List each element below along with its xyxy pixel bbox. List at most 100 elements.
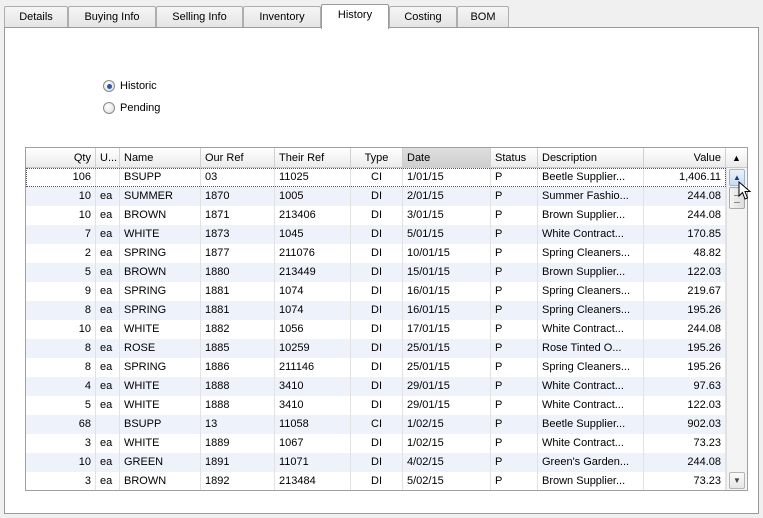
pending-radio[interactable] [103,102,115,114]
column-header-date[interactable]: Date [403,148,491,168]
cell-status: P [491,168,538,187]
column-header-qty[interactable]: Qty [26,148,96,168]
historic-radio[interactable] [103,80,115,92]
cell-date: 10/01/15 [403,244,491,263]
cell-date: 1/02/15 [403,434,491,453]
cell-value: 170.85 [644,225,726,244]
cell-status: P [491,244,538,263]
cell-type: DI [351,244,403,263]
table-row[interactable]: 2 ea SPRING 1877 211076 DI 10/01/15 P Spring Cle… [26,244,726,263]
cell-value: 195.26 [644,339,726,358]
cell-qty: 10 [26,320,96,339]
cell-type: CI [351,168,403,187]
cell-name: BROWN [120,263,201,282]
tab-selling-info[interactable]: Selling Info [156,6,243,28]
column-header-our-ref[interactable]: Our Ref [201,148,275,168]
cell-our-ref: 1873 [201,225,275,244]
cell-their-ref: 1056 [275,320,351,339]
pending-option[interactable]: Pending [103,100,160,116]
cell-status: P [491,396,538,415]
column-header-their-ref[interactable]: Their Ref [275,148,351,168]
table-row[interactable]: 8 ea SPRING 1881 1074 DI 16/01/15 P Spring Clean… [26,301,726,320]
cell-our-ref: 1881 [201,282,275,301]
column-header-unit[interactable]: U... [96,148,120,168]
cell-name: SPRING [120,282,201,301]
cell-u: ea [96,396,120,415]
table-row[interactable]: 5 ea WHITE 1888 3410 DI 29/01/15 P White Contrac… [26,396,726,415]
cell-type: DI [351,301,403,320]
mouse-cursor-icon [738,181,752,200]
cell-description: Rose Tinted O... [538,339,644,358]
cell-u: ea [96,187,120,206]
table-row[interactable]: 8 ea ROSE 1885 10259 DI 25/01/15 P Rose Tinted O… [26,339,726,358]
cell-date: 16/01/15 [403,301,491,320]
tab-bom[interactable]: BOM [457,6,509,28]
cell-qty: 3 [26,472,96,490]
cell-type: DI [351,282,403,301]
cell-date: 17/01/15 [403,320,491,339]
cell-their-ref: 213406 [275,206,351,225]
cell-status: P [491,320,538,339]
tab-buying-info[interactable]: Buying Info [68,6,156,28]
cell-date: 25/01/15 [403,339,491,358]
cell-type: DI [351,263,403,282]
tab-details[interactable]: Details [4,6,68,28]
table-row[interactable]: 3 ea WHITE 1889 1067 DI 1/02/15 P White Contract… [26,434,726,453]
cell-their-ref: 11025 [275,168,351,187]
historic-option[interactable]: Historic [103,78,157,94]
cell-name: ROSE [120,339,201,358]
cell-description: Beetle Supplier... [538,415,644,434]
cell-their-ref: 1074 [275,301,351,320]
cell-qty: 10 [26,453,96,472]
table-row[interactable]: 106 BSUPP 03 11025 CI 1/01/15 P Beetle Supplier… [26,168,726,187]
table-row[interactable]: 7 ea WHITE 1873 1045 DI 5/01/15 P White Contract… [26,225,726,244]
table-row[interactable]: 10 ea WHITE 1882 1056 DI 17/01/15 P White Contra… [26,320,726,339]
column-header-name[interactable]: Name [120,148,201,168]
column-header-description[interactable]: Description [538,148,644,168]
vertical-scrollbar[interactable]: ▲ ▼ [726,168,747,490]
cell-value: 219.67 [644,282,726,301]
table-row[interactable]: 4 ea WHITE 1888 3410 DI 29/01/15 P White Contrac… [26,377,726,396]
table-row[interactable]: 8 ea SPRING 1886 211146 DI 25/01/15 P Spring Cle… [26,358,726,377]
cell-date: 5/02/15 [403,472,491,490]
cell-u: ea [96,206,120,225]
cell-qty: 8 [26,339,96,358]
cell-description: Spring Cleaners... [538,358,644,377]
cell-description: Brown Supplier... [538,472,644,490]
table-row[interactable]: 3 ea BROWN 1892 213484 DI 5/02/15 P Brown Suppli… [26,472,726,490]
cell-date: 16/01/15 [403,282,491,301]
column-header-type[interactable]: Type [351,148,403,168]
grid-header: Qty U... Name Our Ref Their Ref Type Dat… [26,148,726,168]
cell-date: 1/02/15 [403,415,491,434]
cell-status: P [491,434,538,453]
grid-rows: 106 BSUPP 03 11025 CI 1/01/15 P Beetle Supplier… [26,168,726,490]
cell-type: DI [351,434,403,453]
cell-description: Spring Cleaners... [538,282,644,301]
arrow-down-icon[interactable]: ▼ [729,472,745,489]
cell-description: White Contract... [538,434,644,453]
table-row[interactable]: 9 ea SPRING 1881 1074 DI 16/01/15 P Spring Clean… [26,282,726,301]
column-header-value[interactable]: Value [644,148,726,168]
cell-qty: 10 [26,206,96,225]
table-row[interactable]: 68 BSUPP 13 11058 CI 1/02/15 P Beetle Supplier.… [26,415,726,434]
cell-description: Spring Cleaners... [538,301,644,320]
table-row[interactable]: 10 ea GREEN 1891 11071 DI 4/02/15 P Green's Gard… [26,453,726,472]
cell-their-ref: 1045 [275,225,351,244]
table-row[interactable]: 10 ea BROWN 1871 213406 DI 3/01/15 P Brown Suppl… [26,206,726,225]
cell-type: DI [351,320,403,339]
column-header-status[interactable]: Status [491,148,538,168]
sort-arrows-icon[interactable]: ▲︎ [726,148,747,168]
cell-u: ea [96,320,120,339]
cell-status: P [491,339,538,358]
tab-inventory[interactable]: Inventory [243,6,321,28]
table-row[interactable]: 10 ea SUMMER 1870 1005 DI 2/01/15 P Summer Fashi… [26,187,726,206]
tab-history[interactable]: History [321,4,389,29]
cell-their-ref: 1067 [275,434,351,453]
cell-qty: 3 [26,434,96,453]
tab-costing[interactable]: Costing [389,6,457,28]
cell-date: 4/02/15 [403,453,491,472]
cell-status: P [491,453,538,472]
pending-label: Pending [120,102,161,114]
cell-u: ea [96,282,120,301]
table-row[interactable]: 5 ea BROWN 1880 213449 DI 15/01/15 P Brown Suppl… [26,263,726,282]
